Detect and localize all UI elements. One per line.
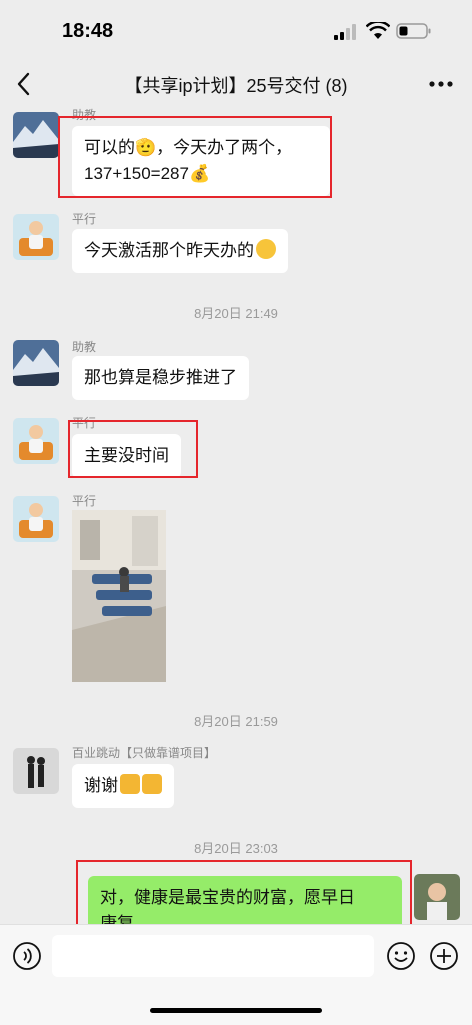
- message-text: 今天激活那个昨天办的: [84, 241, 254, 260]
- status-time: 18:48: [62, 20, 114, 42]
- more-icon[interactable]: [428, 76, 454, 92]
- sender-name: 助教: [72, 340, 97, 354]
- highlight-box: [76, 860, 412, 924]
- highlight-box: [68, 420, 198, 478]
- thumbs-up-icon: [142, 774, 162, 794]
- voice-icon[interactable]: [12, 941, 42, 971]
- home-indicator: [150, 1008, 322, 1013]
- signal-icon: [334, 24, 356, 40]
- avatar[interactable]: [13, 748, 59, 794]
- message-text: 谢谢: [84, 776, 118, 795]
- sender-name: 平行: [72, 212, 97, 226]
- status-bar: 18:48: [0, 0, 472, 60]
- message-list[interactable]: 助教 可以的🫡，今天办了两个， 137+150=287💰 平行 今天激活那个昨天…: [0, 108, 472, 924]
- sender-name: 平行: [72, 494, 97, 508]
- message-input[interactable]: [52, 935, 374, 977]
- message-bubble[interactable]: 今天激活那个昨天办的: [72, 229, 288, 273]
- timestamp: 8月20日 21:59: [194, 714, 278, 729]
- message-bubble[interactable]: 那也算是稳步推进了: [72, 356, 249, 400]
- sender-name: 百业跳动【只做靠谱项目】: [72, 746, 217, 760]
- message-bubble[interactable]: 谢谢: [72, 764, 174, 808]
- thumbs-up-icon: [120, 774, 140, 794]
- battery-icon: [396, 23, 431, 39]
- highlight-box: [58, 116, 332, 198]
- avatar[interactable]: [13, 340, 59, 386]
- chat-header: 【共享ip计划】25号交付 (8): [0, 60, 472, 108]
- emoji-icon[interactable]: [386, 941, 416, 971]
- avatar[interactable]: [414, 874, 460, 920]
- timestamp: 8月20日 23:03: [194, 841, 278, 856]
- avatar[interactable]: [13, 496, 59, 542]
- plus-icon[interactable]: [429, 941, 459, 971]
- avatar[interactable]: [13, 214, 59, 260]
- message-text: 那也算是稳步推进了: [84, 368, 237, 387]
- avatar[interactable]: [13, 418, 59, 464]
- grin-emoji-icon: [256, 239, 276, 259]
- timestamp: 8月20日 21:49: [194, 306, 278, 321]
- wifi-icon: [366, 22, 390, 39]
- avatar[interactable]: [13, 112, 59, 158]
- photo-message[interactable]: [72, 510, 166, 682]
- chat-title: 【共享ip计划】25号交付 (8): [124, 76, 348, 96]
